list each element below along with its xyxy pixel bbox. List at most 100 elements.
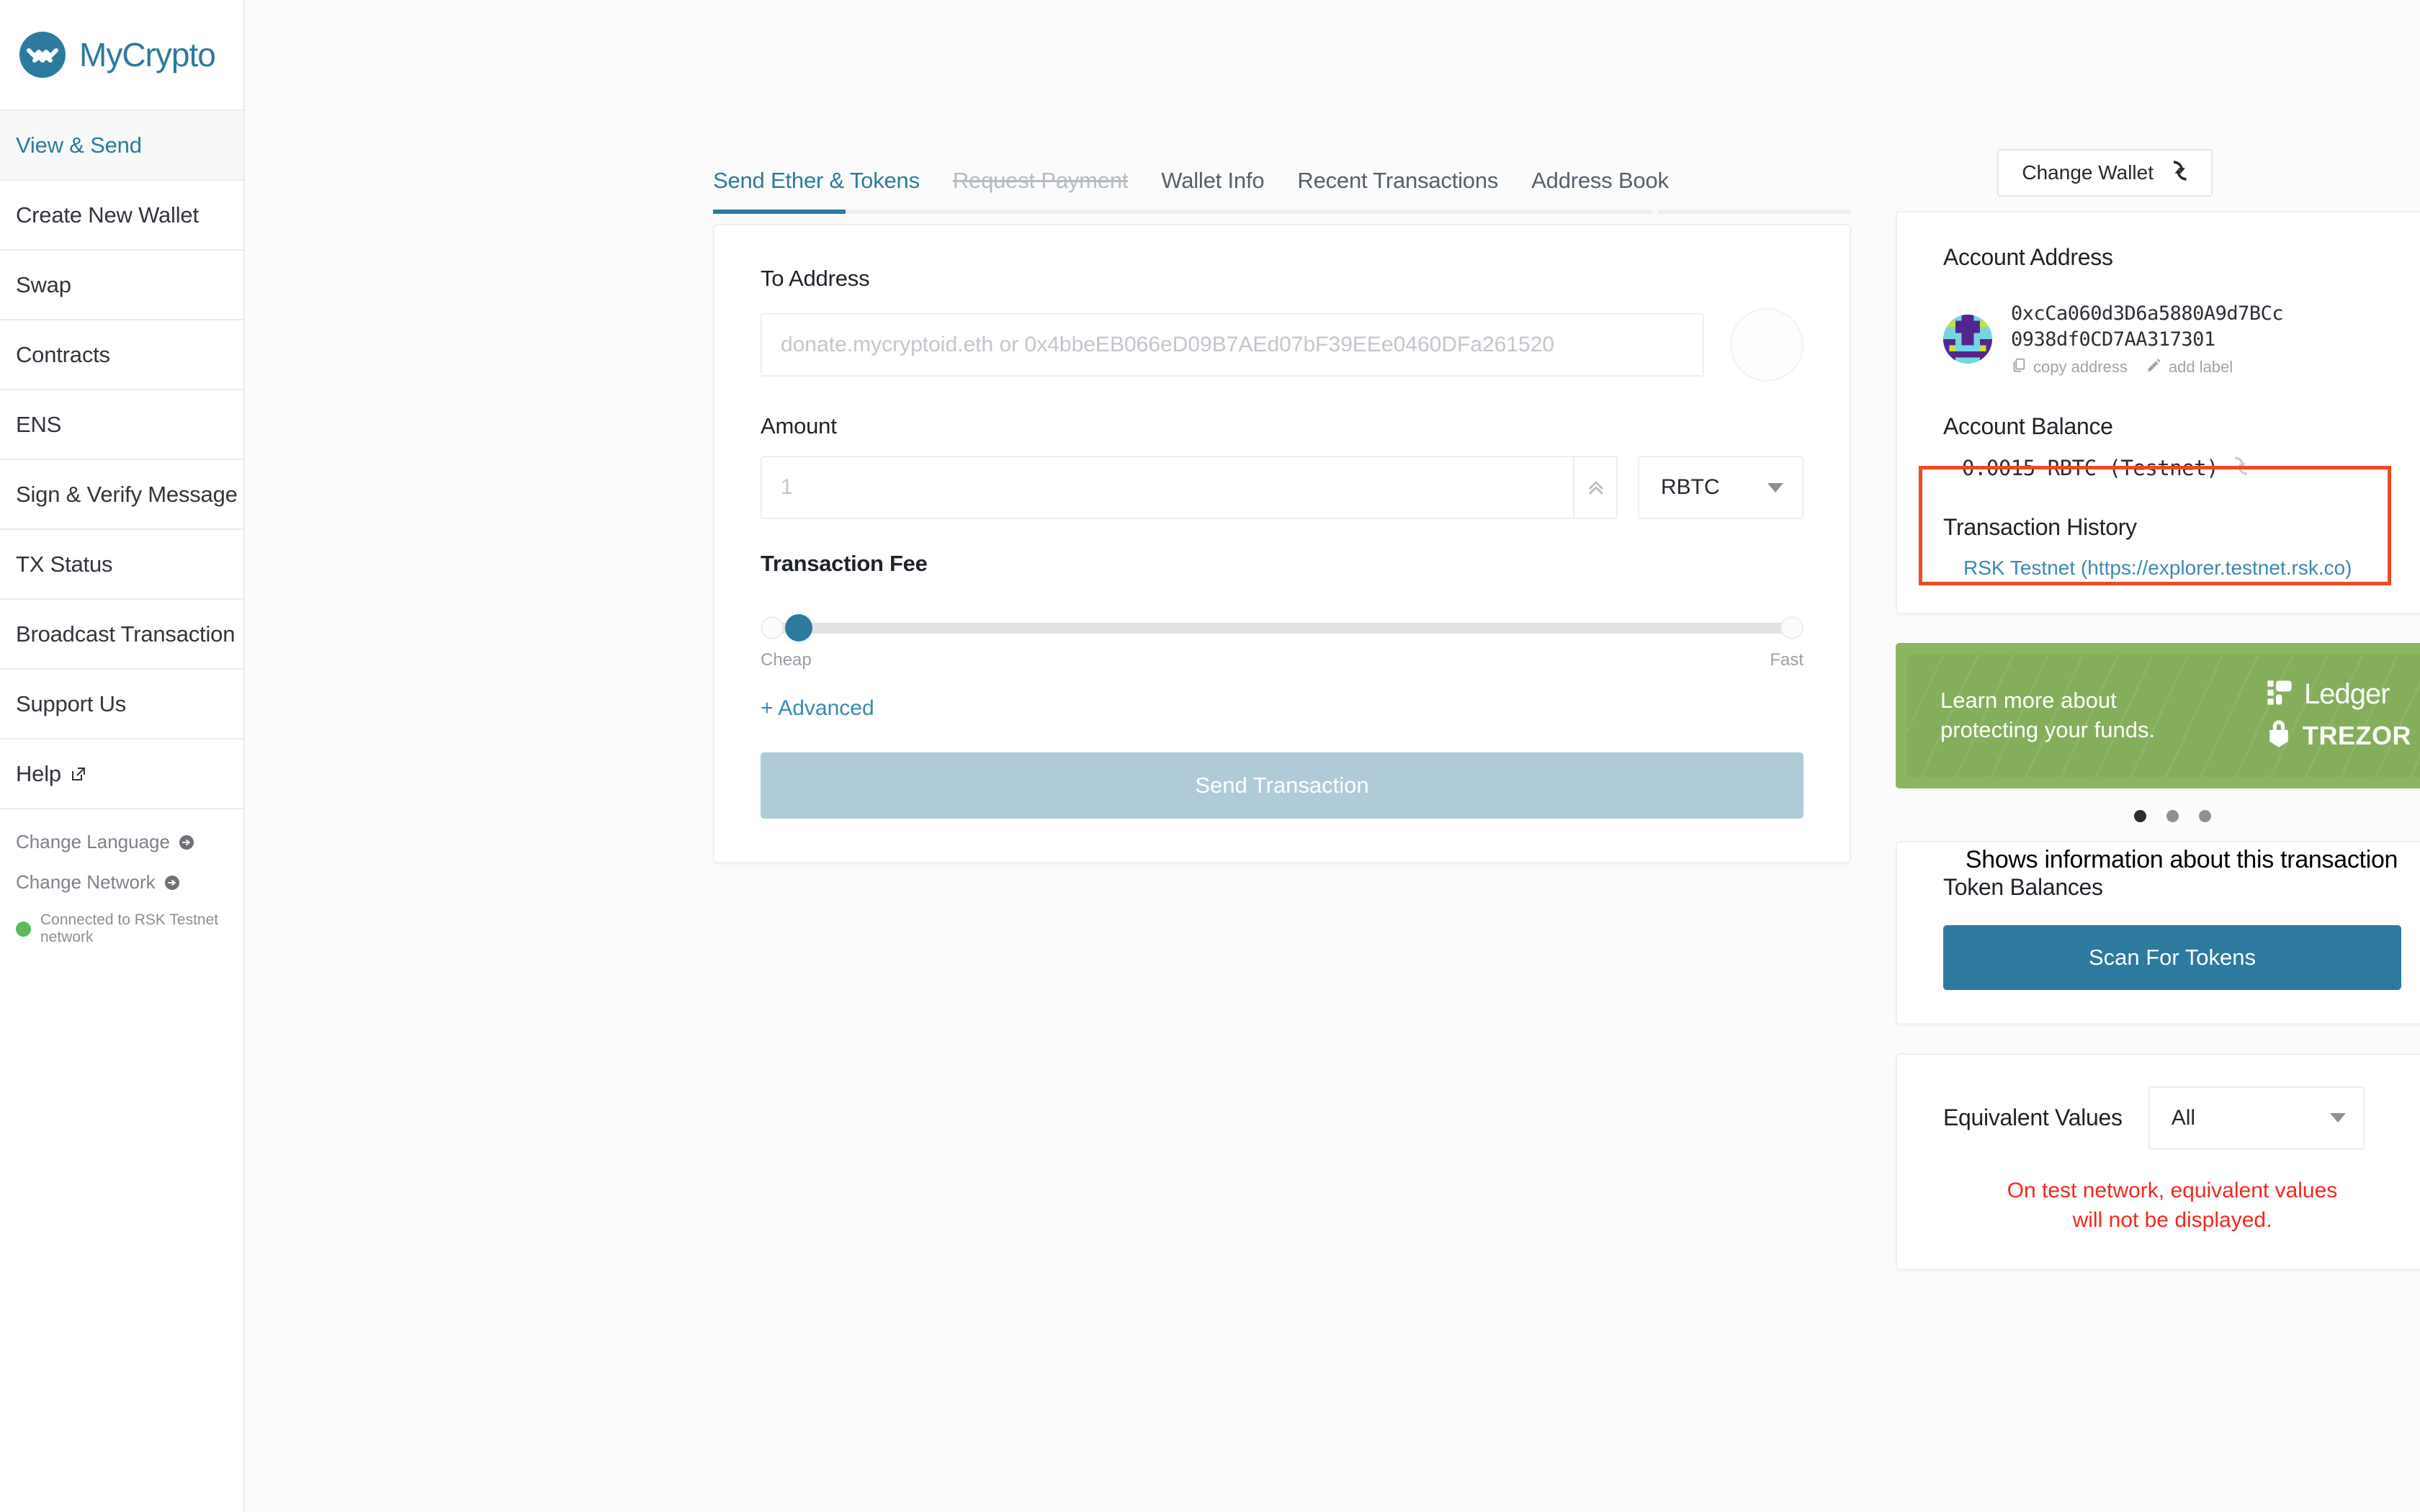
tab-recent-transactions[interactable]: Recent Transactions bbox=[1281, 168, 1515, 210]
sidebar-item-label: Help bbox=[16, 760, 61, 786]
amount-input[interactable] bbox=[761, 456, 1618, 519]
sidebar-item-view-and-send[interactable]: View & Send bbox=[0, 111, 243, 181]
chevron-down-icon bbox=[2329, 1113, 2346, 1123]
arrow-right-circle-icon bbox=[178, 834, 195, 851]
sidebar-item-tx-status[interactable]: TX Status bbox=[0, 530, 243, 600]
carousel-dots bbox=[1896, 809, 2420, 822]
promo-banner[interactable]: Learn more about protecting your funds. bbox=[1896, 642, 2420, 788]
refresh-balance-icon[interactable] bbox=[2228, 456, 2249, 481]
sidebar: MyCrypto View & Send Create New Wallet S… bbox=[0, 0, 245, 1512]
sidebar-item-label: Support Us bbox=[16, 690, 127, 716]
account-actions: copy address add label bbox=[2011, 357, 2283, 377]
promo-carousel: Learn more about protecting your funds. bbox=[1896, 642, 2420, 822]
account-column: Account Address 0xcCa060d3D6a5880A9d7BCc… bbox=[1896, 148, 2420, 1299]
copy-address-button[interactable]: copy address bbox=[2011, 357, 2128, 377]
account-balance-value-row: 0.0015 RBTC (Testnet) bbox=[1943, 456, 2401, 481]
brand-name: MyCrypto bbox=[79, 36, 216, 73]
sidebar-item-contracts[interactable]: Contracts bbox=[0, 320, 243, 390]
sidebar-footer: Change Language Change Network Connected… bbox=[0, 809, 243, 946]
currency-unit-value: RBTC bbox=[1661, 475, 1720, 499]
slider-label-fast: Fast bbox=[1770, 650, 1803, 670]
sidebar-item-label: Swap bbox=[16, 271, 71, 297]
copy-address-label: copy address bbox=[2033, 357, 2128, 376]
tab-request-payment: Request Payment bbox=[936, 168, 1144, 210]
transaction-fee-slider[interactable]: Cheap Fast bbox=[761, 603, 1803, 672]
currency-unit-select[interactable]: RBTC bbox=[1638, 456, 1803, 519]
connection-status-label: Connected to RSK Testnet network bbox=[40, 912, 219, 945]
sidebar-item-label: TX Status bbox=[16, 551, 113, 577]
slider-label-cheap: Cheap bbox=[761, 650, 812, 670]
tab-send-ether-and-tokens[interactable]: Send Ether & Tokens bbox=[713, 168, 936, 210]
add-label-label: add label bbox=[2168, 357, 2233, 376]
equivalent-values-panel: Equivalent Values All On test network, e… bbox=[1896, 1053, 2420, 1270]
transaction-history-link[interactable]: RSK Testnet (https://explorer.testnet.rs… bbox=[1943, 557, 2401, 580]
copy-icon bbox=[2011, 357, 2027, 377]
account-balance-value: 0.0015 RBTC (Testnet) bbox=[1962, 456, 2219, 481]
slider-handle[interactable] bbox=[785, 614, 812, 642]
transaction-history-title: Transaction History bbox=[1943, 513, 2137, 540]
to-address-label: To Address bbox=[761, 266, 870, 291]
sidebar-item-sign-and-verify-message[interactable]: Sign & Verify Message bbox=[0, 460, 243, 530]
tab-underline bbox=[713, 210, 1851, 214]
equivalent-values-selected: All bbox=[2171, 1105, 2196, 1130]
carousel-dot-2[interactable] bbox=[2166, 809, 2179, 822]
sidebar-item-create-new-wallet[interactable]: Create New Wallet bbox=[0, 181, 243, 251]
tab-label: Wallet Info bbox=[1161, 168, 1265, 193]
carousel-dot-3[interactable] bbox=[2198, 809, 2211, 822]
promo-line-2: protecting your funds. bbox=[1940, 716, 2156, 742]
tab-label: Address Book bbox=[1531, 168, 1669, 193]
account-address-line-2: 0938df0CD7AA317301 bbox=[2011, 328, 2215, 351]
tab-wallet-info[interactable]: Wallet Info bbox=[1144, 168, 1281, 210]
account-panel: Account Address 0xcCa060d3D6a5880A9d7BCc… bbox=[1896, 211, 2420, 873]
amount-row: RBTC bbox=[761, 456, 1803, 519]
carousel-dot-1[interactable] bbox=[2133, 809, 2146, 822]
brand-logo[interactable]: MyCrypto bbox=[0, 0, 243, 111]
status-dot-icon bbox=[16, 921, 31, 937]
tab-label: Send Ether & Tokens bbox=[713, 168, 920, 193]
sidebar-item-support-us[interactable]: Support Us bbox=[0, 670, 243, 739]
amount-input-wrapper bbox=[761, 456, 1618, 519]
equivalent-values-row: Equivalent Values All bbox=[1943, 1086, 2401, 1150]
tab-active-indicator bbox=[713, 210, 846, 214]
slider-track bbox=[768, 623, 1796, 634]
account-address-block: 0xcCa060d3D6a5880A9d7BCc 0938df0CD7AA317… bbox=[2011, 301, 2284, 377]
equivalent-values-select[interactable]: All bbox=[2148, 1086, 2365, 1150]
annotation-text: Shows information about this transaction bbox=[1965, 846, 2398, 873]
sidebar-item-ens[interactable]: ENS bbox=[0, 390, 243, 460]
content-wrapper: Send Ether & Tokens Request Payment Wall… bbox=[713, 148, 2420, 1299]
change-network-link[interactable]: Change Network bbox=[16, 871, 243, 894]
sidebar-item-broadcast-transaction[interactable]: Broadcast Transaction bbox=[0, 600, 243, 670]
amount-stepper-up-icon[interactable] bbox=[1573, 457, 1618, 518]
tab-address-book[interactable]: Address Book bbox=[1515, 168, 1685, 210]
add-label-button[interactable]: add label bbox=[2146, 357, 2233, 377]
tab-label: Recent Transactions bbox=[1297, 168, 1499, 193]
to-address-row bbox=[761, 308, 1803, 382]
sidebar-item-label: Broadcast Transaction bbox=[16, 621, 236, 647]
transaction-fee-label: Transaction Fee bbox=[761, 551, 928, 576]
amount-label: Amount bbox=[761, 413, 837, 438]
sidebar-item-label: Sign & Verify Message bbox=[16, 481, 238, 507]
sidebar-item-help[interactable]: Help bbox=[0, 739, 243, 809]
equivalent-values-warning: On test network, equivalent values will … bbox=[1943, 1176, 2401, 1236]
send-form-card: To Address Amount bbox=[713, 224, 1851, 863]
change-language-link[interactable]: Change Language bbox=[16, 831, 243, 853]
account-address-line-1: 0xcCa060d3D6a5880A9d7BCc bbox=[2011, 302, 2284, 325]
trezor-logo: TREZOR bbox=[2265, 719, 2411, 753]
lock-icon bbox=[2265, 719, 2293, 753]
advanced-toggle-link[interactable]: + Advanced bbox=[761, 696, 874, 721]
send-column: Send Ether & Tokens Request Payment Wall… bbox=[713, 148, 1851, 863]
send-transaction-button[interactable]: Send Transaction bbox=[761, 752, 1803, 819]
to-address-input[interactable] bbox=[761, 313, 1704, 377]
equivalent-values-label: Equivalent Values bbox=[1943, 1104, 2123, 1131]
warning-line-1: On test network, equivalent values bbox=[2007, 1178, 2338, 1202]
promo-line-1: Learn more about bbox=[1940, 687, 2117, 713]
ledger-icon bbox=[2265, 678, 2294, 711]
change-network-label: Change Network bbox=[16, 871, 156, 893]
sidebar-item-swap[interactable]: Swap bbox=[0, 251, 243, 320]
account-address-row: 0xcCa060d3D6a5880A9d7BCc 0938df0CD7AA317… bbox=[1943, 301, 2401, 377]
scan-for-tokens-button[interactable]: Scan For Tokens bbox=[1943, 924, 2401, 990]
account-identicon-avatar bbox=[1943, 314, 1992, 364]
change-language-label: Change Language bbox=[16, 831, 170, 852]
external-link-icon bbox=[70, 765, 87, 783]
